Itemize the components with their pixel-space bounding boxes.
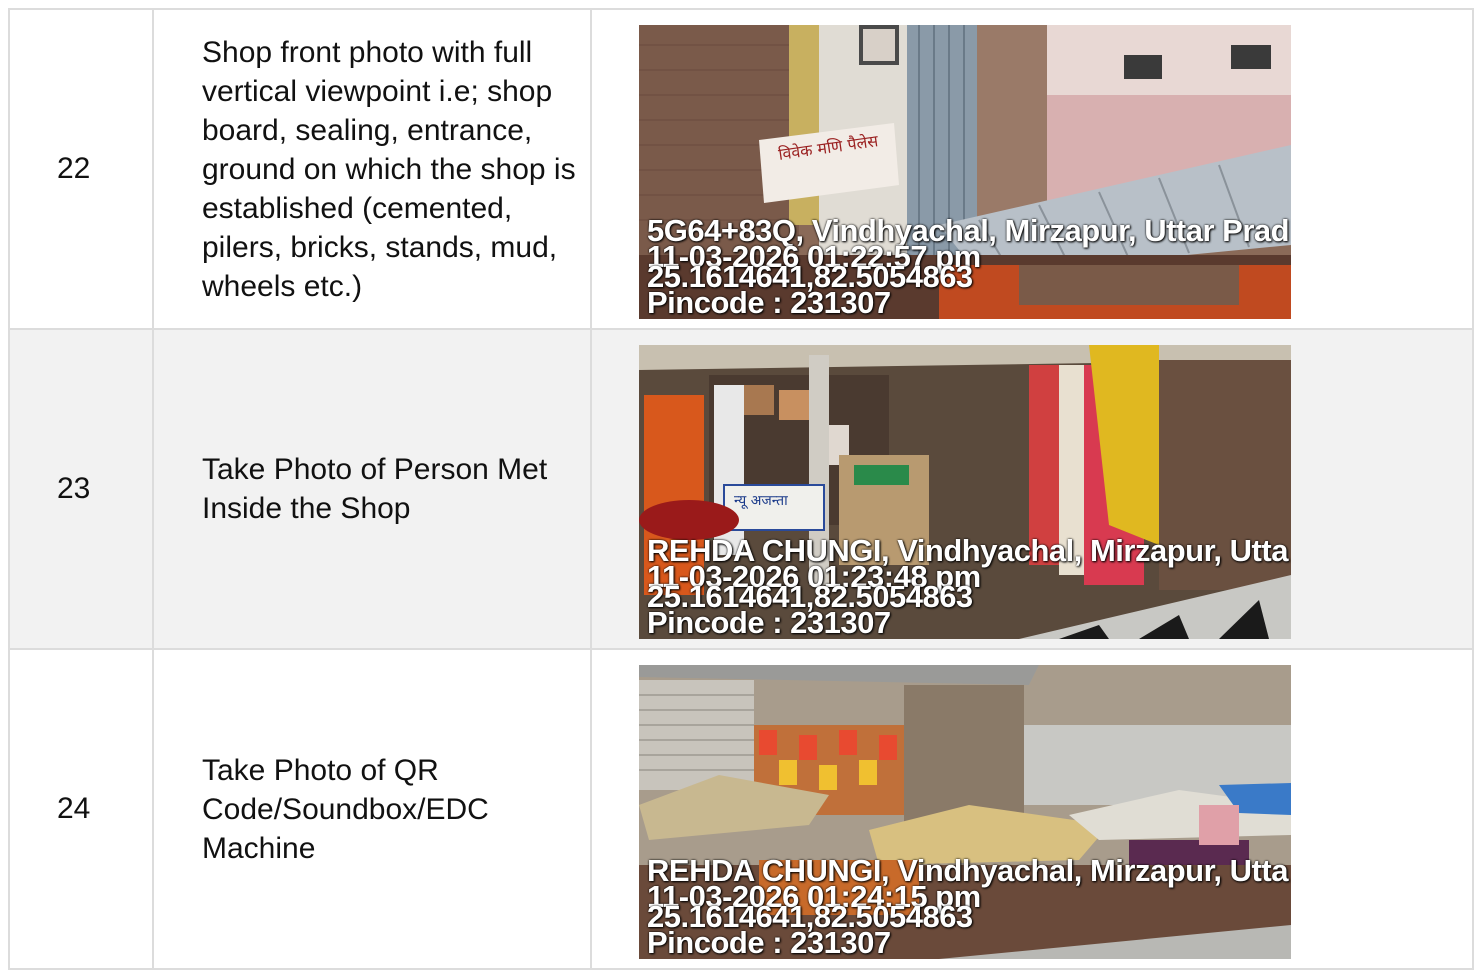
table-row: 22 Shop front photo with full vertical v… bbox=[8, 8, 1474, 330]
row-number: 22 bbox=[8, 8, 154, 330]
qr-code-photo: REHDA CHUNGI, Vindhyachal, Mirzapur, Utt… bbox=[639, 665, 1291, 959]
photo-geotag: 5G64+83Q, Vindhyachal, Mirzapur, Uttar P… bbox=[647, 215, 1290, 319]
shop-front-photo: विवेक मणि पैलेस 5G64+83Q, Vindhyachal, M… bbox=[639, 25, 1291, 319]
photo-cell: न्यू अजन्ता REHDA CHUNGI, Vindhyachal, M… bbox=[590, 328, 1474, 650]
row-number: 23 bbox=[8, 328, 154, 650]
photo-geotag: REHDA CHUNGI, Vindhyachal, Mirzapur, Utt… bbox=[647, 535, 1288, 639]
survey-table: 22 Shop front photo with full vertical v… bbox=[8, 8, 1474, 970]
table-row: 23 Take Photo of Person Met Inside the S… bbox=[8, 328, 1474, 650]
photo-cell: REHDA CHUNGI, Vindhyachal, Mirzapur, Utt… bbox=[590, 648, 1474, 970]
row-description: Take Photo of Person Met Inside the Shop bbox=[152, 328, 592, 650]
photo-geotag: REHDA CHUNGI, Vindhyachal, Mirzapur, Utt… bbox=[647, 855, 1288, 959]
table-row: 24 Take Photo of QR Code/Soundbox/EDC Ma… bbox=[8, 648, 1474, 970]
geotag-pincode: Pincode : 231307 bbox=[647, 285, 891, 319]
row-description: Shop front photo with full vertical view… bbox=[152, 8, 592, 330]
sign-text: न्यू अजन्ता bbox=[734, 493, 788, 509]
geotag-pincode: Pincode : 231307 bbox=[647, 925, 891, 959]
row-description: Take Photo of QR Code/Soundbox/EDC Machi… bbox=[152, 648, 592, 970]
row-number: 24 bbox=[8, 648, 154, 970]
photo-cell: विवेक मणि पैलेस 5G64+83Q, Vindhyachal, M… bbox=[590, 8, 1474, 330]
geotag-pincode: Pincode : 231307 bbox=[647, 605, 891, 639]
person-met-photo: न्यू अजन्ता REHDA CHUNGI, Vindhyachal, M… bbox=[639, 345, 1291, 639]
